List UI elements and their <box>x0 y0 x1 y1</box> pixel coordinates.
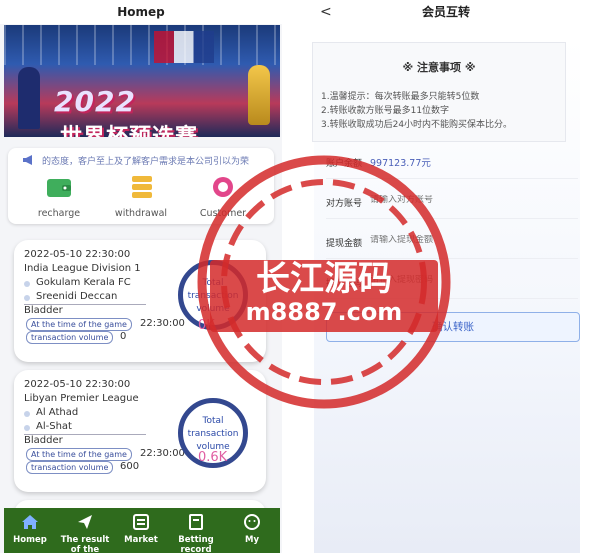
match-league: Libyan Premier League <box>24 393 139 404</box>
divider <box>326 298 578 299</box>
tab-home[interactable]: Homep <box>4 508 56 553</box>
tab-label: My <box>245 535 259 545</box>
account-label: 对方账号 <box>326 199 363 209</box>
volume-value: 0 <box>120 331 127 342</box>
team-dot <box>24 281 30 287</box>
team-dot <box>24 295 30 301</box>
team-home: Al Athad <box>36 407 79 418</box>
match-card[interactable]: 2022-05-10 22:30:00 India League Divisio… <box>14 240 266 362</box>
team-dot <box>24 425 30 431</box>
match-card[interactable]: 2022-05-10 22:30:00 Libyan Premier Leagu… <box>14 370 266 492</box>
player-figure <box>18 67 40 129</box>
confirm-transfer-button[interactable]: 确认转账 <box>326 312 580 342</box>
amount-input[interactable] <box>370 235 550 245</box>
divider <box>326 258 578 259</box>
face-icon <box>244 514 260 530</box>
notice-panel: 的态度，客户至上及了解客户需求是本公司引以为荣 recharge withdra… <box>8 148 274 224</box>
bottom-tab-bar: Homep The result of the competition Mark… <box>4 508 280 553</box>
game-time: 22:30:00 <box>140 318 185 329</box>
team-away: Al-Shat <box>36 421 72 432</box>
recharge-label: recharge <box>37 208 81 219</box>
ring-label: Total transaction volume <box>187 416 239 452</box>
flag-graphic <box>154 31 214 63</box>
password-label: 提现密码 <box>326 279 363 289</box>
notice-line: 3.转账收取成功后24小时内不能购买保本比分。 <box>321 120 513 130</box>
tab-label: Market <box>124 535 158 545</box>
tab-market[interactable]: Market <box>115 508 167 553</box>
transfer-screen: < 会员互转 ※ 注意事项 ※ 1.温馨提示：每次转账最多只能转5位数 2.转账… <box>300 0 592 553</box>
volume-value: 600 <box>120 461 140 472</box>
game-time-pill: At the time of the game <box>26 448 132 461</box>
balance-value: 997123.77元 <box>370 158 431 169</box>
coin-stack-icon <box>132 176 152 198</box>
wallet-icon <box>47 179 71 197</box>
tab-label: Betting record <box>178 535 214 553</box>
home-screen: Homep 2022 世界杯预选赛 的态度，客户至上及了解客户需求是本公司引以为… <box>0 0 282 553</box>
amount-label: 提现金额 <box>326 239 363 249</box>
divider <box>326 218 578 219</box>
bet-type: Bladder <box>24 305 63 316</box>
volume-pill: transaction volume <box>26 461 114 474</box>
customer-label: Customer <box>199 208 247 219</box>
send-icon <box>78 515 92 529</box>
banner-title: 世界杯预选赛 <box>60 119 198 137</box>
banner-year: 2022 <box>54 85 136 118</box>
megaphone-icon <box>23 155 32 165</box>
balance-label: 账户余额 <box>326 159 363 169</box>
tab-betting-record[interactable]: Betting record <box>170 508 222 553</box>
match-league: India League Division 1 <box>24 263 141 274</box>
account-input[interactable] <box>370 195 550 205</box>
market-icon <box>133 514 149 530</box>
recharge-button[interactable]: recharge <box>24 174 94 219</box>
match-datetime: 2022-05-10 22:30:00 <box>24 379 131 390</box>
tab-label: Homep <box>13 535 47 545</box>
divider <box>326 178 578 179</box>
notice-title: ※ 注意事项 ※ <box>402 61 476 74</box>
team-dot <box>24 411 30 417</box>
notice-marquee: 的态度，客户至上及了解客户需求是本公司引以为荣 <box>42 157 250 167</box>
notice-box: ※ 注意事项 ※ 1.温馨提示：每次转账最多只能转5位数 2.转账收款方账号最多… <box>312 42 566 142</box>
game-time-pill: At the time of the game <box>26 318 132 331</box>
page-title: Homep <box>0 0 282 24</box>
ring-label: Total transaction volume <box>187 278 239 314</box>
withdrawal-button[interactable]: withdrawal <box>106 174 176 219</box>
tab-label: The result of the competition <box>60 535 110 553</box>
team-home: Gokulam Kerala FC <box>36 277 131 288</box>
total-volume-value: 0K <box>198 318 215 333</box>
notice-line: 2.转账收款方账号最多11位数字 <box>321 106 450 116</box>
page-title: 会员互转 <box>421 5 470 19</box>
total-volume-value: 0.6K <box>198 450 228 465</box>
record-icon <box>189 514 203 530</box>
tab-results[interactable]: The result of the competition <box>59 508 111 553</box>
customer-service-button[interactable]: Customer <box>188 174 258 219</box>
bet-type: Bladder <box>24 435 63 446</box>
headset-icon <box>213 177 233 197</box>
stadium-lights <box>4 25 280 65</box>
match-datetime: 2022-05-10 22:30:00 <box>24 249 131 260</box>
game-time: 22:30:00 <box>140 448 185 459</box>
team-away: Sreenidi Deccan <box>36 291 118 302</box>
password-input[interactable] <box>370 275 550 285</box>
home-icon <box>22 515 38 529</box>
trophy-icon <box>248 65 270 125</box>
tab-my[interactable]: My <box>226 508 278 553</box>
promo-banner[interactable]: 2022 世界杯预选赛 <box>4 25 280 137</box>
volume-pill: transaction volume <box>26 331 114 344</box>
withdrawal-label: withdrawal <box>114 208 168 219</box>
notice-line: 1.温馨提示：每次转账最多只能转5位数 <box>321 92 480 102</box>
